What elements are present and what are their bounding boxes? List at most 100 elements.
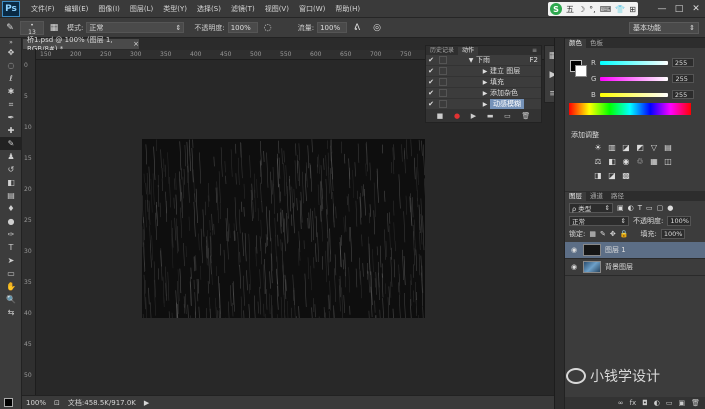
checkmark-icon[interactable]: ✔ (426, 89, 436, 97)
expand-arrow-icon[interactable]: ▶ (480, 101, 490, 108)
checkmark-icon[interactable]: ✔ (426, 56, 436, 64)
tab-channels[interactable]: 通道 (586, 192, 607, 201)
photo-filter-icon[interactable]: ◉ (621, 156, 631, 166)
action-item[interactable]: ✔ ▶ 添加杂色 (426, 88, 541, 99)
threshold-icon[interactable]: ◪ (607, 170, 617, 180)
new-group-icon[interactable]: ▭ (666, 399, 673, 407)
red-value[interactable]: 255 (671, 58, 694, 67)
dialog-toggle[interactable] (439, 56, 447, 64)
opacity-field[interactable]: 100% (227, 22, 258, 33)
brush-panel-icon[interactable]: ▦ (48, 22, 60, 34)
red-slider[interactable] (599, 60, 668, 65)
swap-colors-icon[interactable]: ⇆ (0, 306, 22, 319)
status-arrow-icon[interactable]: ▶ (144, 399, 149, 407)
layer-opacity-field[interactable]: 100% (667, 215, 692, 226)
action-item[interactable]: ✔ ▼ 下雨 F2 (426, 55, 541, 66)
posterize-icon[interactable]: ◨ (593, 170, 603, 180)
brush-tool-icon[interactable]: ✎ (0, 137, 22, 150)
shirt-icon[interactable]: 👕 (615, 5, 625, 14)
blue-value[interactable]: 255 (671, 90, 694, 99)
menu-item[interactable]: 帮助(H) (330, 4, 365, 14)
fill-field[interactable]: 100% (660, 228, 685, 239)
background-color-swatch[interactable] (575, 65, 587, 77)
tab-swatches[interactable]: 色板 (586, 39, 607, 48)
lock-transparent-icon[interactable]: ▦ (589, 230, 596, 238)
type-tool-icon[interactable]: T (0, 241, 22, 254)
lasso-tool-icon[interactable]: ℓ (0, 72, 22, 85)
menu-item[interactable]: 文件(F) (26, 4, 60, 14)
clone-stamp-tool-icon[interactable]: ♟ (0, 150, 22, 163)
expand-arrow-icon[interactable]: ▶ (480, 68, 490, 75)
adjustment-layer-icon[interactable]: ◐ (654, 399, 660, 407)
green-slider[interactable] (600, 76, 669, 81)
eye-icon[interactable]: ◉ (569, 246, 579, 254)
levels-icon[interactable]: ▥ (607, 142, 617, 152)
hand-tool-icon[interactable]: ✋ (0, 280, 22, 293)
filter-adjust-icon[interactable]: ◐ (628, 204, 634, 212)
expand-arrow-icon[interactable]: ▼ (466, 57, 476, 64)
filter-smart-icon[interactable]: ▢ (657, 204, 664, 212)
tab-color[interactable]: 颜色 (565, 39, 586, 48)
lock-position-icon[interactable]: ✥ (610, 230, 616, 238)
menu-item[interactable]: 视图(V) (260, 4, 294, 14)
document-tab[interactable]: 桥1.psd @ 100% (图层 1, RGB/8#) * × (22, 36, 140, 53)
tab-history[interactable]: 历史记录 (426, 47, 458, 55)
menu-item[interactable]: 编辑(E) (60, 4, 94, 14)
path-select-tool-icon[interactable]: ➤ (0, 254, 22, 267)
selective-color-icon[interactable]: ▩ (621, 170, 631, 180)
tab-paths[interactable]: 路径 (607, 192, 628, 201)
new-layer-icon[interactable]: ▣ (678, 399, 685, 407)
link-layers-icon[interactable]: ∞ (618, 399, 624, 407)
dialog-toggle[interactable] (439, 89, 447, 97)
keyboard-icon[interactable]: ⌨ (600, 5, 612, 14)
panel-menu-icon[interactable]: ≡ (528, 47, 541, 55)
hue-saturation-icon[interactable]: ▤ (663, 142, 673, 152)
new-set-icon[interactable]: ▬ (487, 112, 494, 120)
layer-row[interactable]: ◉ 图层 1 (565, 242, 705, 259)
move-tool-icon[interactable]: ✥ (0, 46, 22, 59)
gradient-tool-icon[interactable]: ▤ (0, 189, 22, 202)
foreground-color-swatch[interactable] (4, 398, 13, 407)
tab-actions[interactable]: 动作 (458, 47, 479, 55)
expand-arrow-icon[interactable]: ▶ (480, 90, 490, 97)
ime-mode-label[interactable]: 五 (566, 4, 574, 15)
dialog-toggle[interactable] (439, 78, 447, 86)
filter-pixel-icon[interactable]: ▣ (617, 204, 624, 212)
dodge-tool-icon[interactable]: ● (0, 215, 22, 228)
green-value[interactable]: 255 (672, 74, 695, 83)
maximize-button[interactable]: □ (671, 2, 687, 15)
pressure-opacity-icon[interactable]: ◌ (262, 22, 274, 34)
color-lookup-icon[interactable]: ▦ (649, 156, 659, 166)
trash-icon[interactable]: 🗑 (521, 112, 530, 120)
layer-style-icon[interactable]: fx (630, 399, 637, 407)
filter-shape-icon[interactable]: ▭ (646, 204, 653, 212)
menu-item[interactable]: 图层(L) (125, 4, 158, 14)
menu-item[interactable]: 图像(I) (93, 4, 125, 14)
invert-icon[interactable]: ◫ (663, 156, 673, 166)
blend-mode-select[interactable]: 正常 ⇕ (86, 22, 185, 33)
lock-image-icon[interactable]: ✎ (600, 230, 606, 238)
zoom-tool-icon[interactable]: 🔍 (0, 293, 22, 306)
black-white-icon[interactable]: ◧ (607, 156, 617, 166)
action-item[interactable]: ✔ ▶ 填充 (426, 77, 541, 88)
zoom-level[interactable]: 100% (26, 399, 46, 407)
crop-tool-icon[interactable]: ⌗ (0, 98, 22, 111)
channel-mixer-icon[interactable]: ♲ (635, 156, 645, 166)
pen-tool-icon[interactable]: ✑ (0, 228, 22, 241)
blur-tool-icon[interactable]: ♦ (0, 202, 22, 215)
close-window-button[interactable]: ✕ (688, 2, 704, 15)
dock-divider[interactable] (554, 38, 564, 409)
delete-layer-icon[interactable]: 🗑 (691, 399, 700, 407)
collapse-icon[interactable]: » (0, 38, 22, 46)
checkmark-icon[interactable]: ✔ (426, 67, 436, 75)
checkmark-icon[interactable]: ✔ (426, 100, 436, 108)
color-spectrum[interactable] (569, 103, 691, 115)
checkmark-icon[interactable]: ✔ (426, 78, 436, 86)
brush-preset-picker[interactable]: • 13 (20, 20, 44, 36)
layer-row[interactable]: ◉ 背景图层 (565, 259, 705, 276)
dialog-toggle[interactable] (439, 100, 447, 108)
shape-tool-icon[interactable]: ▭ (0, 267, 22, 280)
sogou-icon[interactable]: S (550, 3, 562, 15)
filter-toggle-icon[interactable]: ● (667, 204, 673, 212)
airbrush-icon[interactable]: ᕕ (351, 22, 363, 34)
